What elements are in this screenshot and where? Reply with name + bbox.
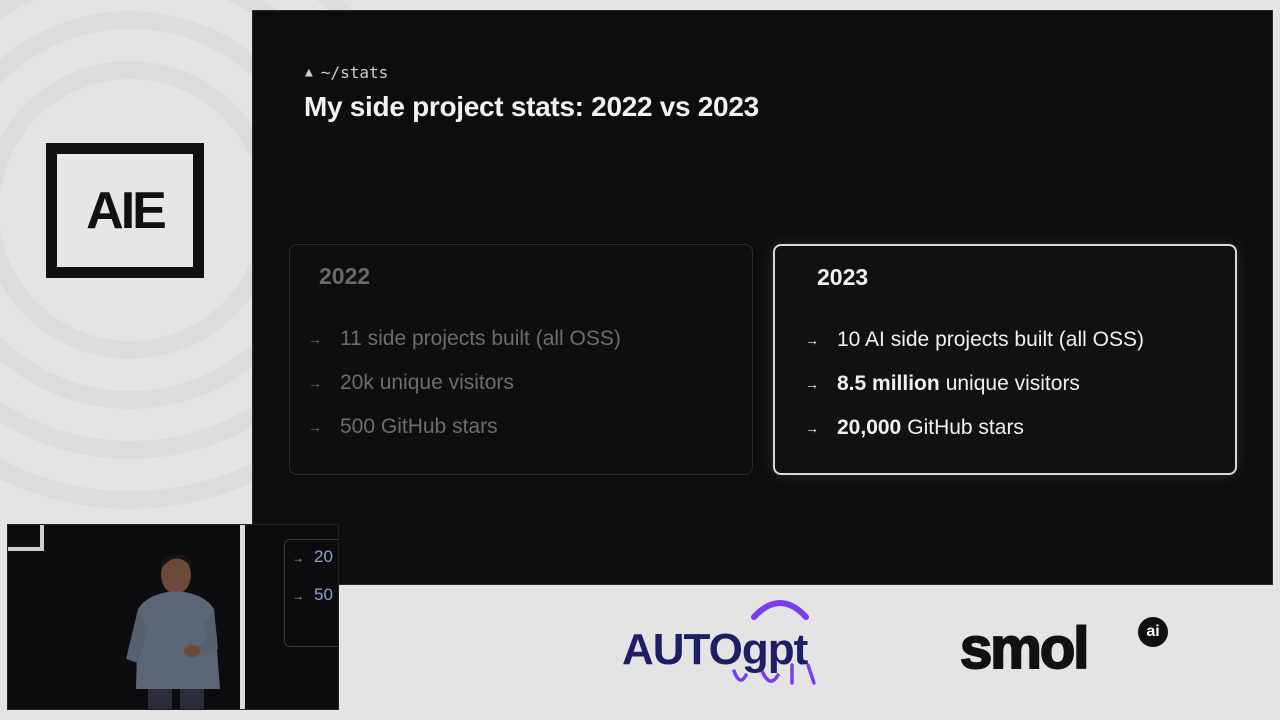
speaker-figure xyxy=(126,554,220,709)
arrow-right-icon: → xyxy=(308,375,322,391)
arrow-right-icon: → xyxy=(292,551,304,565)
list-item-text: 10 AI side projects built (all OSS) xyxy=(837,328,1144,351)
slide-title: My side project stats: 2022 vs 2023 xyxy=(304,91,759,122)
list-item-text: GitHub stars xyxy=(907,416,1024,439)
aie-logo: AIE xyxy=(46,143,204,278)
arrow-right-icon: → xyxy=(805,332,819,348)
breadcrumb: ▲ ~/stats xyxy=(305,63,388,82)
card-year: 2022 xyxy=(319,263,371,289)
video-background-line: → 20 xyxy=(292,547,333,567)
list-item: → 20k unique visitors xyxy=(308,361,621,405)
arrow-right-icon: → xyxy=(308,419,322,435)
presentation-slide: ▲ ~/stats My side project stats: 2022 vs… xyxy=(253,11,1272,584)
speaker-video: → 20 → 50 xyxy=(7,524,339,710)
breadcrumb-path: ~/stats xyxy=(320,63,389,82)
smol-ai-badge: ai xyxy=(1138,617,1168,647)
autogpt-wordmark: AUTOgpt xyxy=(622,625,808,674)
list-item: → 10 AI side projects built (all OSS) xyxy=(805,318,1144,362)
arrow-right-icon: → xyxy=(805,376,819,392)
list-item-highlight: 8.5 million xyxy=(837,372,940,395)
stats-card-2022: 2022 → 11 side projects built (all OSS) … xyxy=(289,244,753,475)
stats-list: → 10 AI side projects built (all OSS) → … xyxy=(805,318,1144,450)
arrow-right-icon: → xyxy=(308,331,322,347)
arrow-right-icon: → xyxy=(805,420,819,436)
smol-ai-logo: smol ai xyxy=(959,615,1170,685)
video-frame-corner xyxy=(8,525,44,551)
card-year: 2023 xyxy=(817,264,869,290)
list-item-text: 11 side projects built (all OSS) xyxy=(340,327,621,350)
list-item: → 500 GitHub stars xyxy=(308,405,621,449)
video-background-text: 20 xyxy=(314,547,333,566)
autogpt-logo: AUTOgpt xyxy=(622,595,832,690)
list-item-text: unique visitors xyxy=(945,372,1080,395)
arrow-right-icon: → xyxy=(292,589,304,603)
list-item: → 8.5 million unique visitors xyxy=(805,362,1144,406)
list-item: → 20,000 GitHub stars xyxy=(805,406,1144,450)
triangle-icon: ▲ xyxy=(305,65,313,80)
list-item-text: 20k unique visitors xyxy=(340,371,514,394)
list-item: → 11 side projects built (all OSS) xyxy=(308,317,621,361)
list-item-text: 500 GitHub stars xyxy=(340,415,498,438)
list-item-highlight: 20,000 xyxy=(837,416,902,439)
aie-logo-text: AIE xyxy=(86,181,167,240)
video-background-line: → 50 xyxy=(292,585,333,605)
video-background-text: 50 xyxy=(314,585,333,604)
stats-list: → 11 side projects built (all OSS) → 20k… xyxy=(308,317,621,449)
smol-wordmark: smol xyxy=(959,615,1090,682)
stats-card-2023: 2023 → 10 AI side projects built (all OS… xyxy=(773,244,1237,475)
